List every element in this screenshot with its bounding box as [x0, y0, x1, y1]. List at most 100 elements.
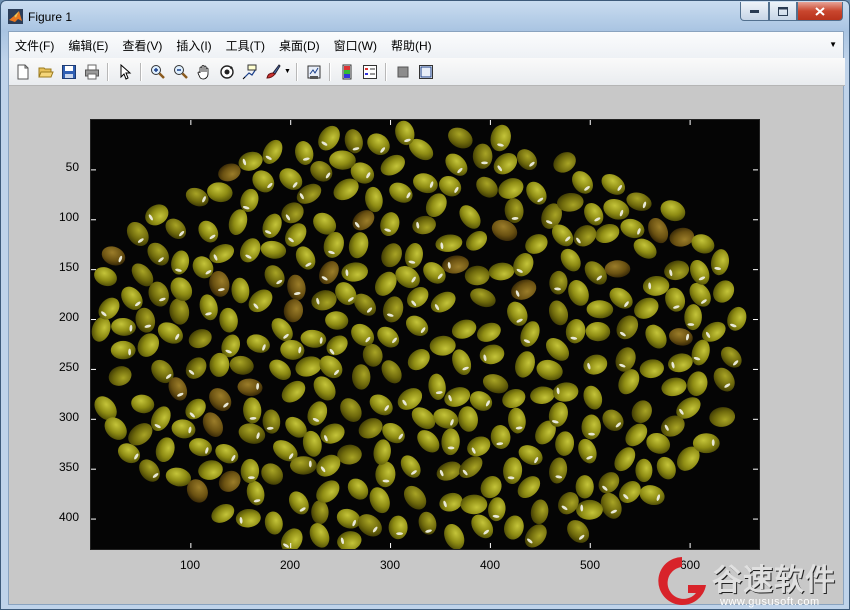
link-plot-icon — [307, 65, 320, 79]
x-tick-label: 300 — [379, 558, 401, 572]
figure-canvas: 100 200 300 400 500 600 50 100 150 200 2… — [9, 86, 843, 604]
print-icon — [84, 64, 99, 79]
x-tick-label: 200 — [279, 558, 301, 572]
legend-button[interactable] — [360, 62, 379, 81]
mung-bean — [530, 499, 549, 525]
maximize-icon — [778, 6, 788, 16]
minimize-button[interactable] — [740, 2, 769, 21]
mung-bean — [347, 478, 369, 500]
y-tick-label: 200 — [58, 310, 79, 324]
colorbar-icon — [342, 64, 351, 79]
open-file-button[interactable] — [36, 62, 55, 81]
brush-icon — [265, 63, 281, 79]
hide-plot-tools-button[interactable] — [393, 62, 412, 81]
mung-bean — [583, 354, 608, 375]
mung-bean — [428, 373, 446, 400]
mung-bean — [404, 243, 423, 269]
rotate-3d-button[interactable] — [217, 62, 236, 81]
edit-plot-button[interactable] — [115, 62, 134, 81]
menu-help[interactable]: 帮助(H) — [384, 37, 439, 54]
mung-bean — [581, 414, 601, 440]
mung-bean — [325, 311, 349, 330]
maximize-button[interactable] — [769, 2, 797, 21]
mung-bean — [320, 423, 345, 444]
mung-bean — [620, 218, 645, 239]
mung-bean — [690, 259, 710, 285]
mung-bean — [171, 419, 196, 439]
menu-insert[interactable]: 插入(I) — [169, 37, 218, 54]
mung-bean — [311, 290, 337, 311]
mung-bean — [231, 277, 250, 304]
save-button[interactable] — [59, 62, 78, 81]
mung-bean — [625, 423, 648, 447]
mung-bean — [295, 141, 314, 165]
mung-bean — [660, 200, 686, 222]
mung-bean — [568, 280, 589, 306]
data-cursor-button[interactable] — [240, 62, 259, 81]
mung-bean — [290, 456, 317, 475]
menu-tools[interactable]: 工具(T) — [219, 37, 272, 54]
colorbar-button[interactable] — [337, 62, 356, 81]
mung-bean — [351, 364, 371, 390]
close-button[interactable] — [797, 2, 843, 21]
zoom-in-button[interactable] — [148, 62, 167, 81]
hide-plot-tools-icon — [397, 66, 408, 77]
pan-hand-icon — [197, 64, 208, 79]
mung-bean — [460, 494, 488, 515]
menu-window[interactable]: 窗口(W) — [327, 37, 384, 54]
zoom-out-button[interactable] — [171, 62, 190, 81]
rotate-3d-icon — [219, 64, 234, 79]
menu-file[interactable]: 文件(F) — [9, 37, 61, 54]
mung-bean — [243, 397, 262, 424]
mung-bean — [567, 520, 590, 543]
mung-bean — [375, 461, 396, 488]
print-button[interactable] — [82, 62, 101, 81]
menu-edit[interactable]: 编辑(E) — [61, 37, 115, 54]
mung-bean — [288, 491, 309, 515]
menubar-dock-arrow-icon[interactable]: ▼ — [829, 40, 837, 49]
mung-bean — [684, 304, 702, 331]
pan-button[interactable] — [194, 62, 213, 81]
mung-bean — [131, 394, 155, 414]
mung-bean — [713, 367, 735, 392]
link-plot-button[interactable] — [304, 62, 323, 81]
menu-desktop[interactable]: 桌面(D) — [272, 37, 327, 54]
mung-bean — [369, 487, 390, 514]
image-axes[interactable] — [90, 119, 760, 550]
mung-bean — [380, 212, 400, 237]
new-figure-button[interactable] — [13, 62, 32, 81]
zoom-out-icon — [173, 64, 188, 79]
mung-bean — [586, 300, 614, 319]
mung-bean — [365, 186, 383, 213]
mung-bean — [713, 280, 735, 303]
mung-bean — [687, 371, 708, 396]
data-cursor-icon — [242, 64, 256, 79]
mung-bean — [604, 260, 631, 278]
brush-button[interactable] — [263, 62, 282, 81]
mung-bean — [381, 360, 402, 384]
mung-bean — [504, 198, 524, 223]
mung-bean — [337, 531, 362, 549]
mung-bean — [171, 250, 190, 275]
mung-bean — [295, 246, 316, 270]
mung-bean — [488, 262, 515, 281]
mung-bean — [189, 438, 212, 457]
y-tick-label: 350 — [58, 460, 79, 474]
mung-bean — [318, 125, 340, 151]
mung-bean — [229, 355, 254, 375]
mung-bean — [479, 344, 505, 365]
show-plot-tools-button[interactable] — [416, 62, 435, 81]
title-bar[interactable]: Figure 1 — [1, 1, 849, 31]
mung-bean — [413, 173, 438, 194]
mung-bean — [445, 153, 468, 176]
mung-bean — [511, 279, 537, 300]
mung-bean — [664, 260, 690, 281]
mung-bean — [458, 406, 478, 432]
mung-bean — [578, 438, 597, 464]
mung-bean-image — [91, 120, 747, 549]
mung-bean — [237, 378, 263, 397]
mung-bean — [373, 439, 391, 465]
menu-view[interactable]: 查看(V) — [115, 37, 169, 54]
toolbar-separator — [296, 62, 298, 81]
brush-dropdown-icon[interactable]: ▼ — [284, 62, 292, 81]
